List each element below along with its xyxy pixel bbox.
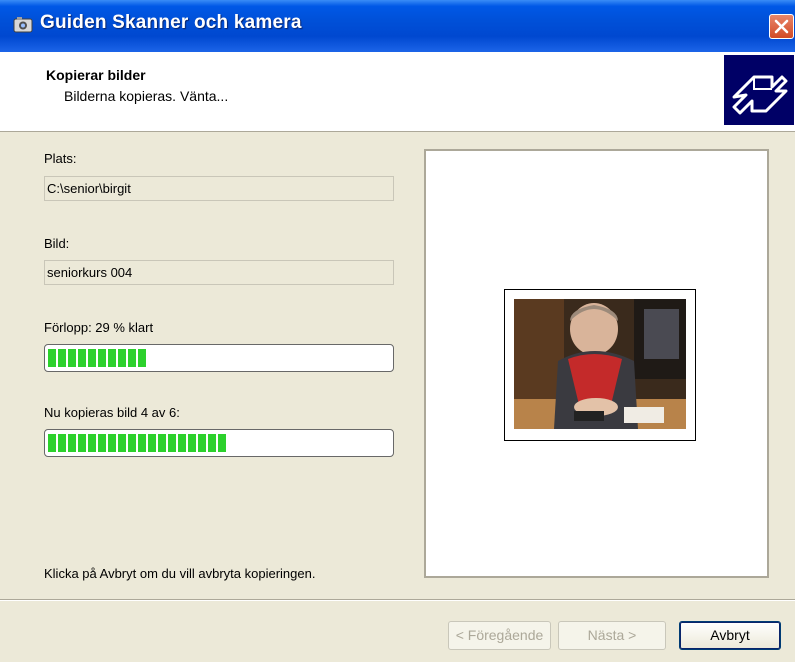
location-label: Plats: — [44, 151, 77, 166]
footer-divider — [0, 599, 795, 601]
close-icon — [774, 19, 789, 34]
wizard-icon — [724, 55, 794, 125]
camera-icon — [13, 17, 33, 33]
window-title: Guiden Skanner och kamera — [40, 12, 302, 33]
next-button[interactable]: Nästa > — [558, 621, 666, 650]
back-button[interactable]: < Föregående — [448, 621, 551, 650]
overall-progress-bar — [44, 344, 394, 372]
photo-frame — [504, 289, 696, 441]
page-subtitle: Bilderna kopieras. Vänta... — [64, 88, 229, 104]
cancel-button[interactable]: Avbryt — [679, 621, 781, 650]
picture-field: seniorkurs 004 — [44, 260, 394, 285]
image-progress-bar — [44, 429, 394, 457]
wizard-header: Kopierar bilder Bilderna kopieras. Vänta… — [0, 52, 795, 132]
cancel-hint: Klicka på Avbryt om du vill avbryta kopi… — [44, 566, 316, 581]
progress-label: Förlopp: 29 % klart — [44, 320, 154, 335]
photo-thumbnail — [514, 299, 686, 429]
picture-label: Bild: — [44, 236, 70, 251]
page-title: Kopierar bilder — [46, 67, 146, 83]
overall-progress-fill — [48, 349, 148, 367]
image-progress-fill — [48, 434, 226, 452]
copy-status-label: Nu kopieras bild 4 av 6: — [44, 405, 180, 420]
close-button[interactable] — [769, 14, 794, 39]
image-preview-pane — [424, 149, 769, 578]
location-field: C:\senior\birgit — [44, 176, 394, 201]
title-bar[interactable]: Guiden Skanner och kamera — [0, 0, 795, 52]
